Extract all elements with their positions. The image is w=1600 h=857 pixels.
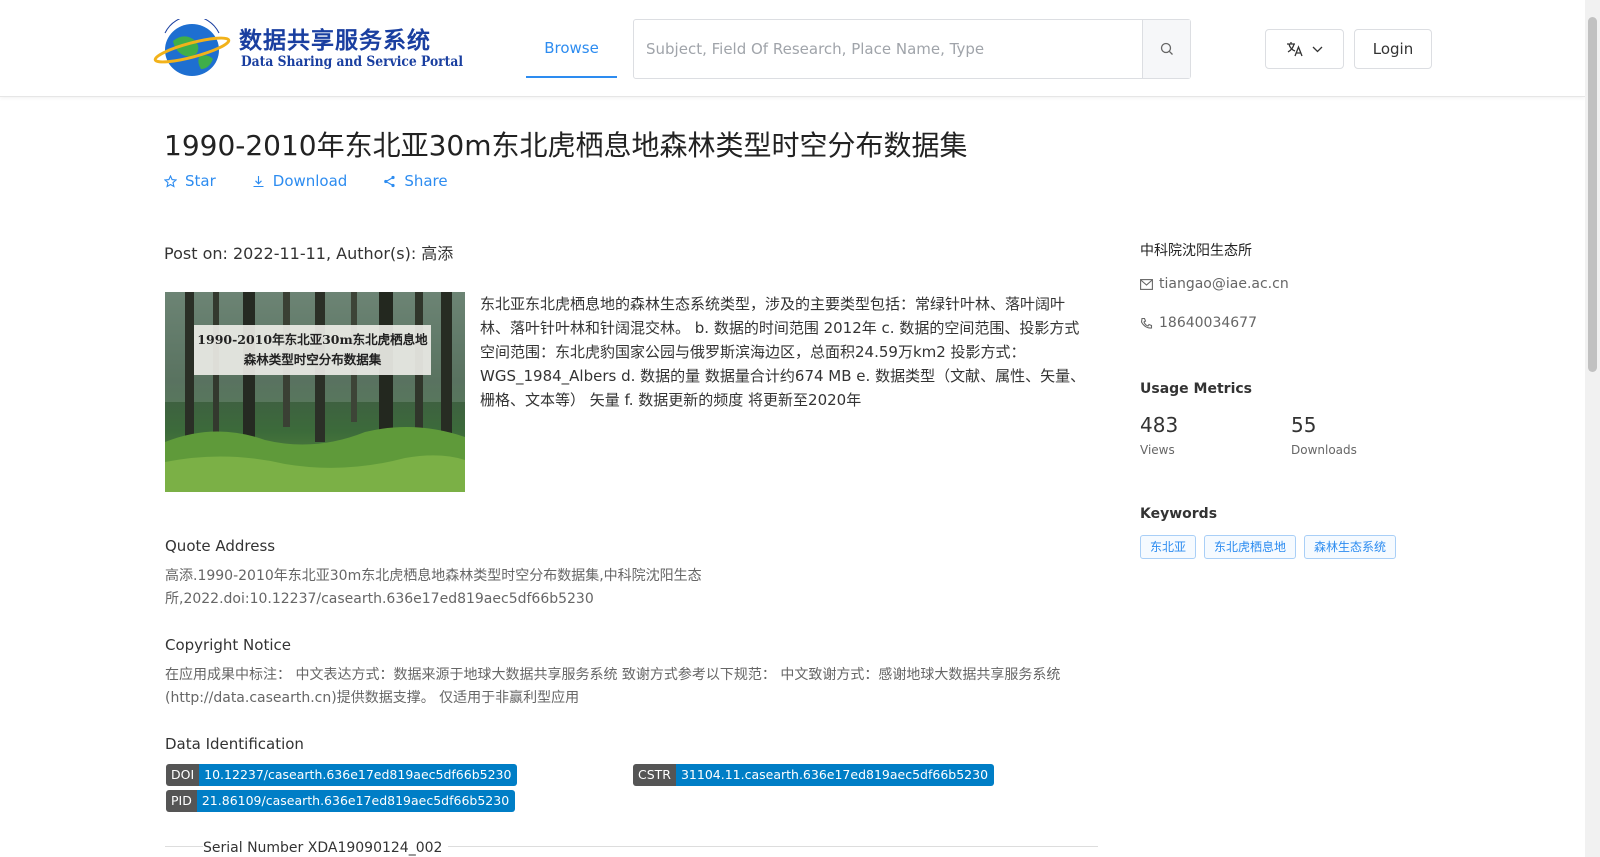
- nav-browse[interactable]: Browse: [526, 0, 617, 78]
- cstr-badge-key: CSTR: [633, 764, 676, 786]
- contact-phone: 18640034677: [1140, 315, 1257, 331]
- cstr-badge[interactable]: CSTR 31104.11.casearth.636e17ed819aec5df…: [633, 764, 995, 786]
- search-button[interactable]: [1142, 20, 1190, 78]
- dataset-actions: Star Download Share: [164, 172, 484, 190]
- cstr-badge-value: 31104.11.casearth.636e17ed819aec5df66b52…: [675, 764, 995, 786]
- chevron-down-icon: [1312, 46, 1323, 52]
- phone-icon: [1140, 317, 1153, 329]
- keyword-tag[interactable]: 东北亚: [1140, 535, 1197, 559]
- star-label: Star: [185, 172, 216, 190]
- share-icon: [384, 175, 395, 187]
- dataset-title: 1990-2010年东北亚30m东北虎栖息地森林类型时空分布数据集: [164, 129, 968, 162]
- page-scrollbar[interactable]: [1585, 0, 1600, 857]
- share-button[interactable]: Share: [383, 172, 448, 190]
- language-switcher[interactable]: [1265, 29, 1344, 69]
- usage-metrics-heading: Usage Metrics: [1140, 381, 1252, 397]
- cover-caption-line-2: 森林类型时空分布数据集: [243, 352, 382, 367]
- doi-badge-value: 10.12237/casearth.636e17ed819aec5df66b52…: [199, 764, 518, 786]
- site-logo[interactable]: 数据共享服务系统 Data Sharing and Service Portal: [153, 19, 463, 79]
- mail-icon: [1140, 278, 1153, 290]
- pid-badge-value: 21.86109/casearth.636e17ed819aec5df66b52…: [196, 790, 516, 812]
- quote-text: 高添.1990-2010年东北亚30m东北虎栖息地森林类型时空分布数据集,中科院…: [165, 568, 702, 607]
- scrollbar-thumb[interactable]: [1588, 17, 1597, 372]
- download-button[interactable]: Download: [252, 172, 348, 190]
- forest-illustration: [165, 292, 465, 492]
- download-label: Download: [272, 172, 348, 190]
- pid-badge[interactable]: PID 21.86109/casearth.636e17ed819aec5df6…: [166, 790, 516, 812]
- login-button[interactable]: Login: [1354, 29, 1432, 69]
- copyright-text: 在应用成果中标注： 中文表达方式：数据来源于地球大数据共享服务系统 致谢方式参考…: [165, 667, 1061, 706]
- views-label: Views: [1140, 443, 1175, 457]
- quote-heading: Quote Address: [165, 537, 276, 555]
- organization-name: 中科院沈阳生态所: [1140, 243, 1252, 259]
- copyright-heading: Copyright Notice: [165, 636, 291, 654]
- post-info: Post on: 2022-11-11, Author(s): 高添: [164, 244, 454, 263]
- download-icon: [253, 175, 264, 187]
- views-count: 483: [1140, 413, 1179, 437]
- logo-title-en: Data Sharing and Service Portal: [241, 54, 464, 70]
- keyword-list: 东北亚 东北虎栖息地 森林生态系统: [1140, 535, 1397, 559]
- search-bar: [633, 19, 1191, 79]
- star-icon: [164, 174, 177, 188]
- dataset-cover-image: 1990-2010年东北亚30m东北虎栖息地 森林类型时空分布数据集: [165, 292, 465, 492]
- logo-title-cn: 数据共享服务系统: [239, 27, 431, 54]
- star-button[interactable]: Star: [164, 172, 216, 190]
- cover-caption-line-1: 1990-2010年东北亚30m东北虎栖息地: [197, 332, 428, 347]
- email-text: tiangao@iae.ac.cn: [1159, 276, 1289, 292]
- pid-badge-key: PID: [166, 790, 197, 812]
- phone-text: 18640034677: [1159, 315, 1257, 331]
- doi-badge[interactable]: DOI 10.12237/casearth.636e17ed819aec5df6…: [166, 764, 518, 786]
- serial-divider: Serial Number XDA19090124_002: [165, 840, 1098, 857]
- doi-badge-key: DOI: [166, 764, 200, 786]
- search-icon: [1160, 42, 1173, 55]
- keywords-heading: Keywords: [1140, 506, 1218, 522]
- translate-icon: [1287, 42, 1303, 57]
- contact-email[interactable]: tiangao@iae.ac.cn: [1140, 276, 1289, 292]
- globe-logo-icon: [153, 19, 231, 76]
- keyword-tag[interactable]: 森林生态系统: [1304, 535, 1397, 559]
- identification-heading: Data Identification: [165, 735, 304, 753]
- downloads-count: 55: [1291, 413, 1317, 437]
- search-input[interactable]: [634, 20, 1142, 78]
- share-label: Share: [404, 172, 448, 190]
- dataset-description: 东北亚东北虎栖息地的森林生态系统类型，涉及的主要类型包括：常绿针叶林、落叶阔叶林…: [480, 295, 1086, 409]
- serial-number: Serial Number XDA19090124_002: [203, 840, 449, 856]
- keyword-tag[interactable]: 东北虎栖息地: [1204, 535, 1297, 559]
- cover-caption: 1990-2010年东北亚30m东北虎栖息地 森林类型时空分布数据集: [194, 325, 431, 375]
- downloads-label: Downloads: [1291, 443, 1357, 457]
- top-header: 数据共享服务系统 Data Sharing and Service Portal…: [0, 0, 1585, 97]
